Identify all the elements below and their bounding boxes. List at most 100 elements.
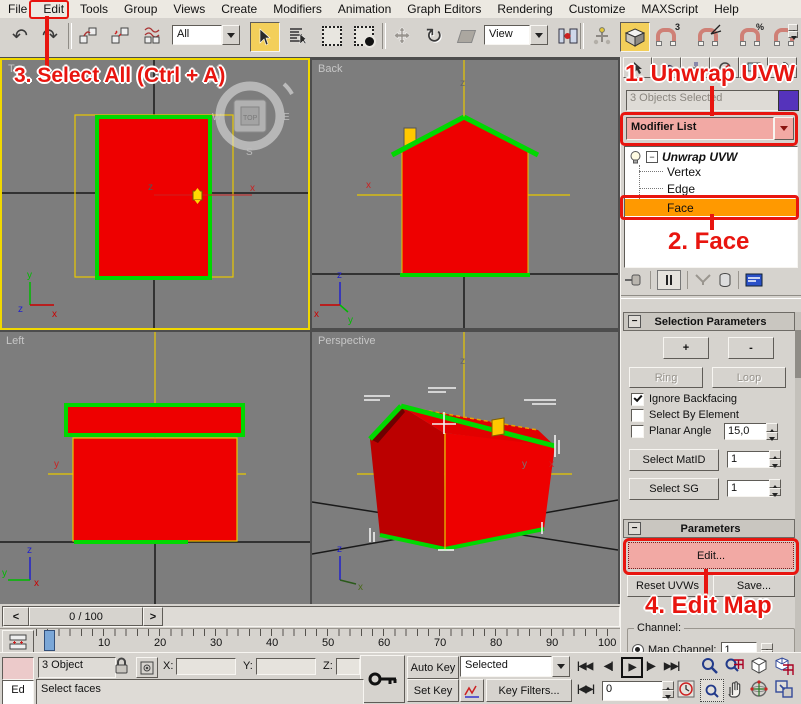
show-end-result-icon[interactable] xyxy=(657,270,681,290)
coord-system-arrow[interactable] xyxy=(530,25,548,45)
select-object-icon[interactable] xyxy=(250,22,280,52)
x-field[interactable] xyxy=(176,658,236,675)
menu-graph-editors[interactable]: Graph Editors xyxy=(399,1,489,17)
open-mini-curve-editor-icon[interactable] xyxy=(2,630,34,653)
key-mode-toggle-icon[interactable]: |◀▶| xyxy=(577,684,594,695)
key-filters-button[interactable]: Key Filters... xyxy=(486,679,572,702)
map-channel-spinner[interactable] xyxy=(761,643,773,653)
sg-spinner[interactable] xyxy=(769,479,781,496)
snap-3d-icon[interactable]: 3 xyxy=(652,22,680,50)
frame-ruler[interactable]: 0 10 20 30 40 50 60 70 80 90 100 xyxy=(36,629,618,652)
bind-to-space-warp-icon[interactable] xyxy=(138,22,166,50)
panel-scrollbar[interactable] xyxy=(795,312,801,652)
map-channel-radio[interactable] xyxy=(632,644,644,652)
viewport-left[interactable]: y z y x Left xyxy=(0,332,310,604)
use-pivot-center-icon[interactable] xyxy=(554,22,582,50)
planar-angle-field[interactable]: 15,0 xyxy=(724,423,770,440)
z-field[interactable] xyxy=(336,658,360,675)
panel-scrollbar-thumb[interactable] xyxy=(795,330,801,378)
menu-animation[interactable]: Animation xyxy=(330,1,399,17)
select-by-element-checkbox[interactable] xyxy=(631,409,644,422)
lightbulb-icon[interactable] xyxy=(629,150,642,164)
menu-create[interactable]: Create xyxy=(213,1,265,17)
redo-icon[interactable]: ↷ xyxy=(36,22,64,50)
selection-lock-icon[interactable] xyxy=(114,657,129,677)
coord-system-dropdown[interactable]: View xyxy=(484,25,548,45)
pan-hand-icon[interactable] xyxy=(724,679,746,700)
time-slider-handle[interactable]: 0 / 100 xyxy=(29,607,143,626)
matid-spinner[interactable] xyxy=(769,450,781,467)
stack-subobject-edge[interactable]: Edge xyxy=(667,182,695,196)
stack-subobject-vertex[interactable]: Vertex xyxy=(667,165,701,179)
stack-modifier-name[interactable]: Unwrap UVW xyxy=(662,150,737,164)
loop-button[interactable]: Loop xyxy=(712,367,786,388)
ring-button[interactable]: Ring xyxy=(629,367,703,388)
unlink-selection-icon[interactable] xyxy=(106,22,134,50)
arc-rotate-icon[interactable] xyxy=(749,679,771,700)
select-and-rotate-icon[interactable]: ↻ xyxy=(420,22,448,50)
select-and-move-icon[interactable] xyxy=(388,22,416,50)
set-key-button[interactable]: Set Key xyxy=(407,679,459,702)
collapse-box-icon[interactable]: − xyxy=(646,151,658,163)
sg-field[interactable]: 1 xyxy=(727,480,773,497)
time-slider-prev-button[interactable]: < xyxy=(3,607,29,626)
select-and-manipulate-icon[interactable] xyxy=(588,22,616,50)
zoom-region-icon[interactable] xyxy=(700,679,724,702)
planar-angle-spinner[interactable] xyxy=(766,423,778,440)
select-and-scale-icon[interactable] xyxy=(452,22,480,50)
window-crossing-icon[interactable] xyxy=(350,22,378,50)
object-color-swatch[interactable] xyxy=(778,90,799,111)
viewport-left-canvas[interactable]: y z y x xyxy=(0,332,310,604)
viewport-back[interactable]: x z z x y Back xyxy=(312,60,618,328)
selection-filter-arrow[interactable] xyxy=(222,25,240,45)
time-slider-next-button[interactable]: > xyxy=(143,607,163,626)
next-frame-icon[interactable]: |▶ xyxy=(646,661,655,672)
rollout-collapse-icon[interactable]: − xyxy=(628,522,641,535)
previous-frame-icon[interactable]: ◀| xyxy=(604,661,613,672)
menu-customize[interactable]: Customize xyxy=(561,1,634,17)
menu-tools[interactable]: Tools xyxy=(72,1,116,17)
ignore-backfacing-checkbox[interactable] xyxy=(631,393,644,406)
auto-key-button[interactable]: Auto Key xyxy=(407,656,459,679)
zoom-extents-all-icon[interactable] xyxy=(774,656,796,677)
angle-snap-icon[interactable] xyxy=(694,22,722,50)
matid-field[interactable]: 1 xyxy=(727,451,773,468)
grow-selection-button[interactable]: + xyxy=(663,337,709,359)
menu-modifiers[interactable]: Modifiers xyxy=(265,1,330,17)
undo-icon[interactable]: ↶ xyxy=(6,22,34,50)
select-matid-button[interactable]: Select MatID xyxy=(629,449,719,471)
remove-modifier-icon[interactable] xyxy=(718,272,732,288)
selection-set-dropdown[interactable]: Selected xyxy=(460,656,570,677)
configure-modifier-sets-icon[interactable] xyxy=(745,272,763,288)
rollout-parameters[interactable]: − Parameters xyxy=(623,519,795,538)
zoom-all-icon[interactable] xyxy=(724,656,746,677)
percent-snap-icon[interactable]: % xyxy=(736,22,764,50)
time-configuration-icon[interactable] xyxy=(677,680,695,701)
frame-spinner[interactable] xyxy=(662,681,674,698)
default-tangent-icon[interactable] xyxy=(460,679,484,702)
make-unique-icon[interactable] xyxy=(694,273,712,287)
play-button-icon[interactable]: ▶ xyxy=(621,657,643,678)
absolute-offset-toggle-icon[interactable] xyxy=(136,657,158,678)
spinner-snap-icon[interactable] xyxy=(770,22,798,50)
viewport-perspective[interactable]: y x z z x Perspective xyxy=(312,332,618,604)
shrink-selection-button[interactable]: - xyxy=(728,337,774,359)
viewport-top-canvas[interactable]: z x TOP W E S xyxy=(2,60,308,328)
select-by-name-icon[interactable] xyxy=(284,22,312,50)
selection-set-arrow[interactable] xyxy=(552,656,570,677)
rollout-selection-parameters[interactable]: − Selection Parameters xyxy=(623,312,795,331)
viewport-back-label[interactable]: Back xyxy=(318,63,342,75)
go-to-end-icon[interactable]: ▶▶| xyxy=(664,661,679,672)
map-channel-field[interactable]: 1 xyxy=(721,642,757,652)
menu-maxscript[interactable]: MAXScript xyxy=(633,1,706,17)
maximize-viewport-toggle-icon[interactable] xyxy=(774,679,796,700)
zoom-extents-icon[interactable] xyxy=(749,656,771,677)
set-keys-button[interactable] xyxy=(360,655,405,703)
object-name-field[interactable]: 3 Objects Selected xyxy=(626,90,780,111)
mini-listener-pink[interactable] xyxy=(2,657,34,680)
mini-listener-white[interactable]: Ed xyxy=(2,680,34,704)
go-to-start-icon[interactable]: |◀◀ xyxy=(577,661,592,672)
snaps-toggle-icon[interactable] xyxy=(620,22,650,52)
planar-angle-checkbox[interactable] xyxy=(631,425,644,438)
menu-views[interactable]: Views xyxy=(165,1,213,17)
